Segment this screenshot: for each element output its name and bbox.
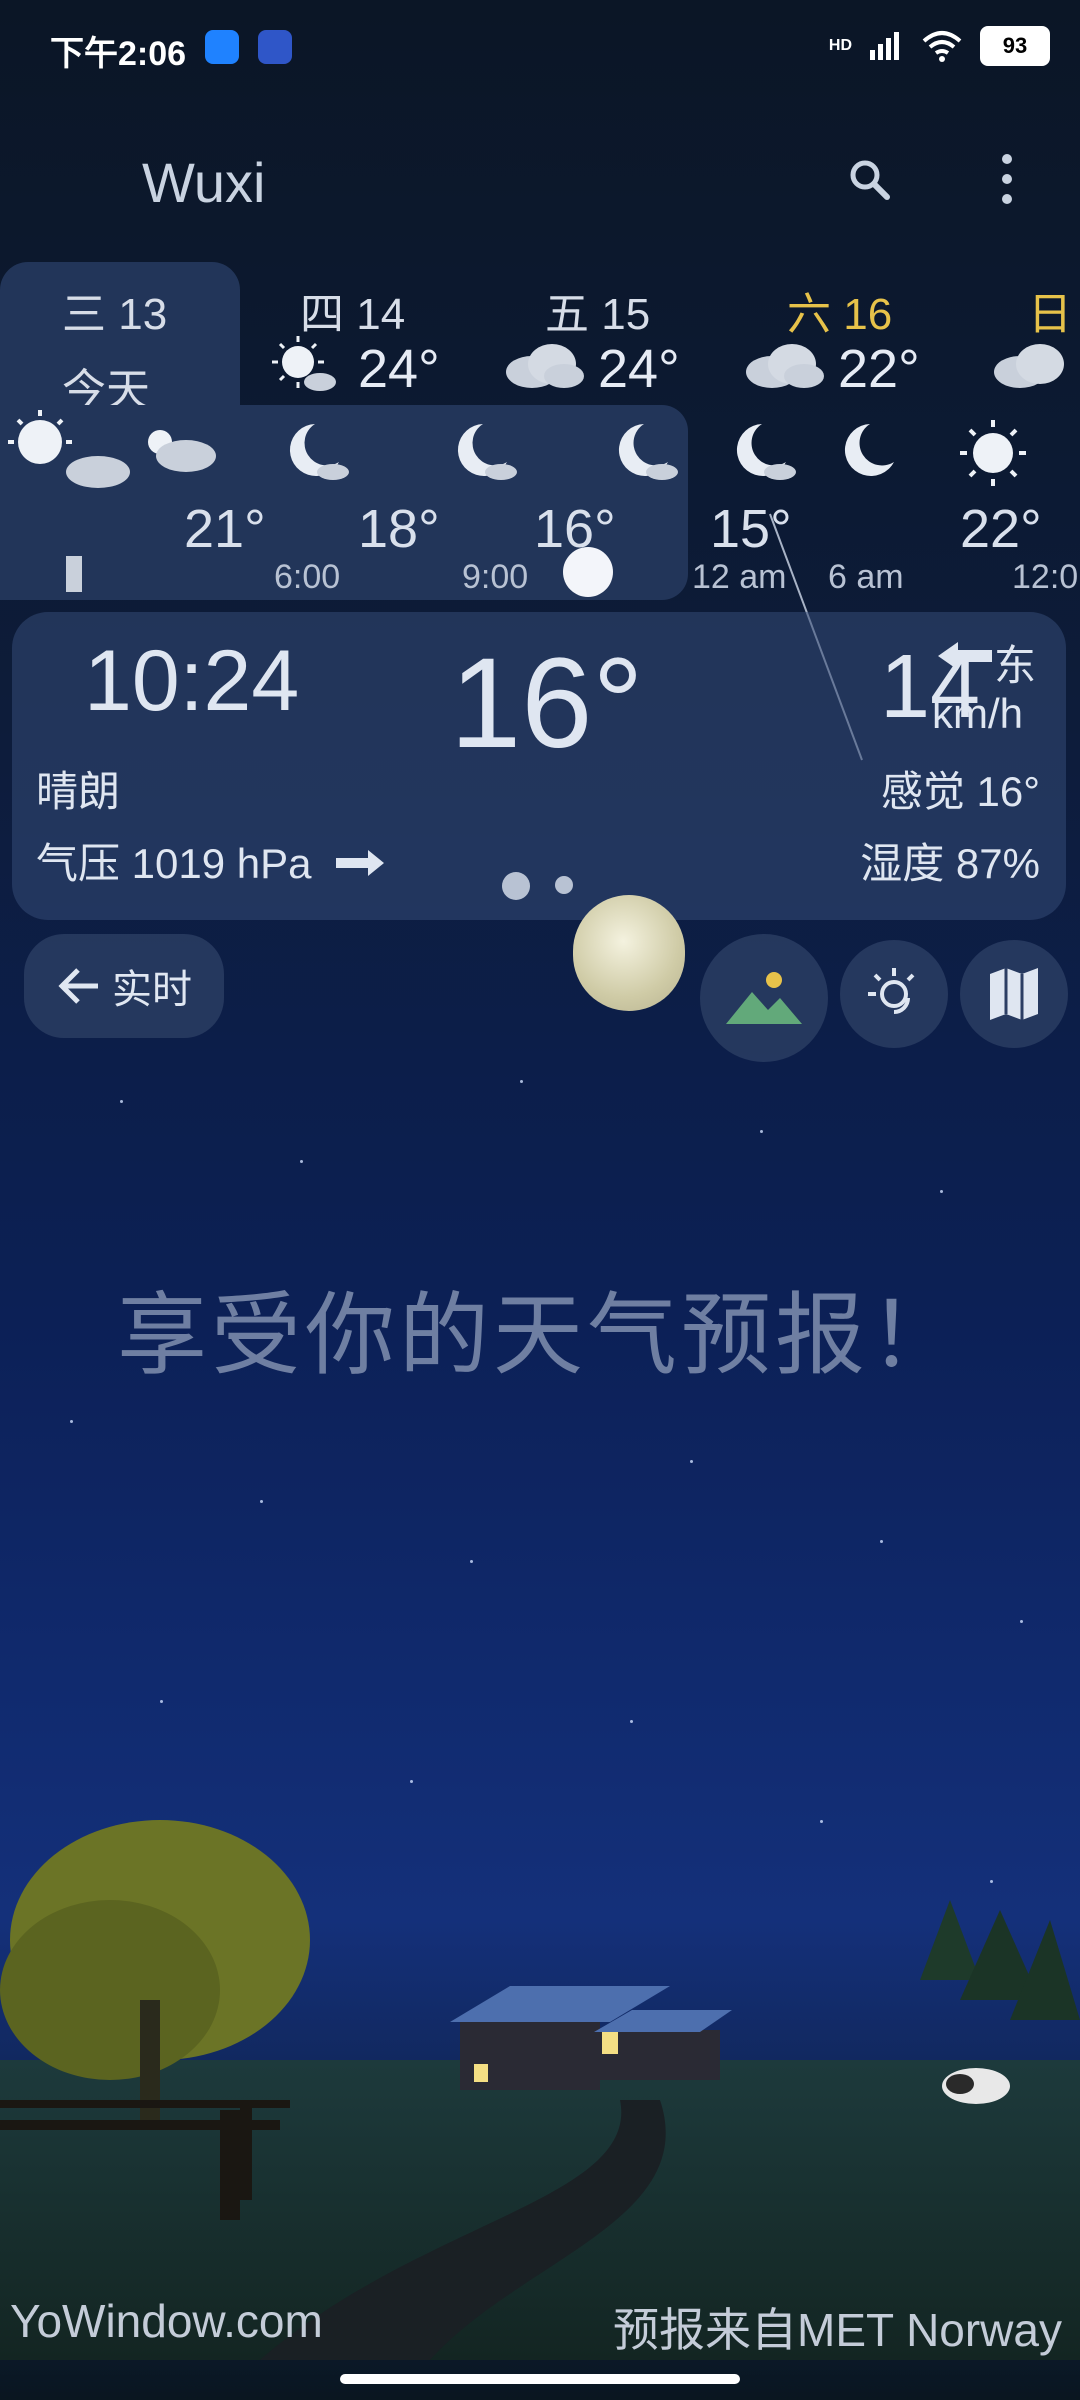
pressure: 气压 1019 hPa — [36, 840, 312, 887]
landscape-scene — [0, 1820, 1080, 2360]
home-indicator[interactable] — [340, 2374, 740, 2384]
moon-image — [573, 895, 685, 1011]
forecast-source-link[interactable]: 预报来自MET Norway — [613, 2294, 1062, 2360]
pressure-trend-arrow-icon — [334, 848, 386, 883]
live-button[interactable]: 实时 — [24, 934, 224, 1038]
wind-unit: km/h — [932, 690, 1024, 737]
wind-direction-arrow-icon — [936, 636, 996, 681]
landscape-icon — [726, 972, 802, 1024]
humidity: 湿度 87% — [860, 840, 1040, 887]
map-icon — [990, 968, 1038, 1020]
live-button-label: 实时 — [112, 968, 192, 1012]
page-indicator-dot — [502, 872, 530, 900]
feels-like: 感觉 16° — [880, 768, 1040, 815]
wind-direction: 东 — [994, 642, 1037, 689]
map-button[interactable] — [960, 940, 1068, 1048]
condition-text: 晴朗 — [36, 768, 121, 815]
yowindow-link[interactable]: YoWindow.com — [10, 2294, 323, 2348]
current-time: 10:24 — [84, 633, 300, 729]
page-indicator-dot — [555, 876, 573, 894]
sun-moon-icon — [868, 968, 915, 1014]
current-temp: 16° — [450, 632, 644, 775]
sun-moon-button[interactable] — [840, 940, 948, 1048]
arrow-back-icon — [58, 968, 98, 1004]
landscape-button[interactable] — [700, 934, 828, 1062]
enjoy-forecast-text: 享受你的天气预报！ — [117, 1286, 963, 1386]
